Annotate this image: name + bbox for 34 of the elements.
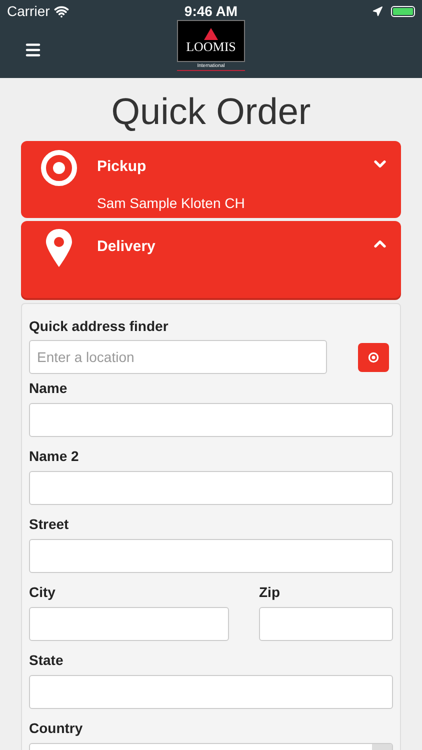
target-icon	[368, 352, 379, 362]
input-field[interactable]	[29, 403, 393, 437]
input-field[interactable]	[259, 607, 393, 641]
field-label: Quick address finder	[29, 318, 170, 334]
field-label: City	[29, 584, 56, 600]
section-header[interactable]: Delivery	[21, 221, 401, 298]
triangle-icon	[204, 28, 218, 40]
locate-button[interactable]	[358, 342, 389, 372]
input-field[interactable]	[29, 471, 393, 505]
location-pin-icon	[45, 229, 73, 267]
section-title: Delivery	[97, 237, 156, 257]
section-title: Pickup	[97, 157, 148, 177]
carrier-label: Carrier	[7, 2, 50, 20]
time-label: 9:46 AM	[184, 2, 238, 20]
field-label: Country	[29, 720, 84, 736]
section-header[interactable]: Pickup Sam Sample Kloten CH	[21, 141, 401, 218]
field-label: Street	[29, 516, 70, 532]
menu-button[interactable]	[24, 41, 42, 59]
input-field[interactable]	[29, 675, 393, 709]
battery-icon	[390, 6, 415, 16]
field-label: Zip	[259, 584, 281, 600]
location-arrow-icon	[372, 6, 383, 16]
input-field[interactable]	[29, 539, 393, 573]
input-field[interactable]	[29, 607, 229, 641]
wifi-icon	[54, 4, 69, 18]
page-title: Quick Order	[110, 90, 312, 134]
logo-text: LOOMIS	[186, 40, 236, 54]
target-icon	[40, 149, 78, 187]
field-label: Name 2	[29, 448, 80, 464]
menu-icon	[24, 41, 42, 59]
field-label: State	[29, 652, 64, 668]
field-label: Name	[29, 380, 68, 396]
input-field[interactable]: Enter a location	[29, 340, 327, 374]
section-subtitle: Sam Sample Kloten CH	[97, 194, 246, 213]
